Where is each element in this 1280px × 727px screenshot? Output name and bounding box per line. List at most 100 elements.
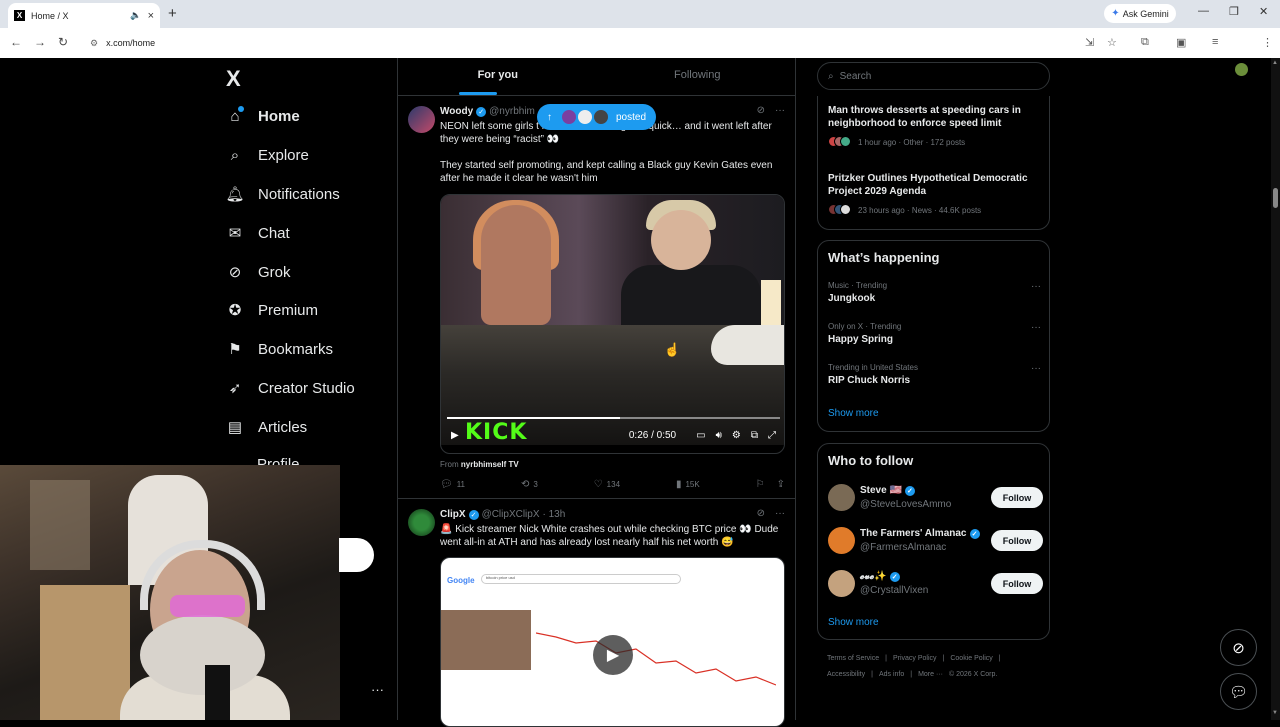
video-player[interactable]: KICK ▶ 0:26 / 0:50 ▭ 🔊︎ ⚙ ⧉ ⤢ [440, 194, 785, 454]
avatar[interactable] [828, 527, 855, 554]
follow-suggestion[interactable]: The Farmers' Almanac ✓ @FarmersAlmanac Fo… [828, 527, 1043, 557]
settings-icon[interactable]: ⚙ [732, 430, 741, 441]
nav-home[interactable]: ⌂ Home [226, 104, 299, 128]
nav-articles-label: Articles [258, 418, 308, 436]
follow-suggestion[interactable]: Steve 🇺🇸 ✓ @SteveLovesAmmo Follow [828, 484, 1043, 514]
video-thumbnail-2[interactable]: Google bitcoin price usd ▶ [440, 557, 785, 727]
play-icon[interactable]: ▶ [451, 430, 459, 441]
follow-suggestion[interactable]: 𝓮𝓿𝓮✨ ✓ @CrystallVixen Follow [828, 570, 1043, 600]
close-tab-icon[interactable]: × [148, 10, 154, 22]
new-posts-pill[interactable]: ↑ posted [537, 104, 657, 130]
play-button-icon[interactable]: ▶ [593, 635, 633, 675]
ads-info-link[interactable]: Ads info [879, 671, 904, 678]
mouse-cursor-icon: ☝ [664, 342, 681, 357]
reply-button[interactable]: 💬︎ 11 [440, 479, 465, 490]
repost-button[interactable]: ⟲ 3 [521, 479, 538, 490]
nav-creator-studio[interactable]: ➶ Creator Studio [226, 376, 355, 400]
url-field[interactable]: ⚙ x.com/home [84, 33, 1084, 53]
maximize-icon[interactable]: ❐ [1229, 5, 1239, 18]
nav-bookmarks[interactable]: ⚑ Bookmarks [226, 337, 333, 361]
back-arrow-icon[interactable]: ← [10, 35, 22, 49]
nav-grok[interactable]: ⊘ Grok [226, 260, 291, 284]
grok-fab-icon[interactable]: ⊘ [1220, 629, 1257, 666]
site-info-icon[interactable]: ⚙ [90, 38, 98, 49]
author-handle[interactable]: @nyrbhim [489, 106, 535, 117]
like-button[interactable]: ♡ 134 [594, 479, 620, 490]
tab-following[interactable]: Following [598, 58, 796, 95]
video-progress-bar[interactable] [447, 417, 780, 419]
messages-fab-icon[interactable]: 💬︎ [1220, 673, 1257, 710]
terms-link[interactable]: Terms of Service [827, 655, 879, 662]
page-scrollbar[interactable]: ▲ ▼ [1271, 58, 1280, 720]
sidepanel-icon[interactable]: ▣ [1176, 36, 1186, 49]
ask-gemini-button[interactable]: ✦ Ask Gemini [1104, 4, 1176, 23]
avatar[interactable] [408, 106, 435, 133]
privacy-link[interactable]: Privacy Policy [893, 655, 937, 662]
more-icon[interactable]: ··· [775, 105, 785, 116]
grok-icon[interactable]: ⊘ [757, 508, 765, 519]
cookie-link[interactable]: Cookie Policy [950, 655, 992, 662]
follow-button[interactable]: Follow [991, 487, 1043, 508]
scroll-down-icon[interactable]: ▼ [1272, 710, 1278, 716]
scroll-up-icon[interactable]: ▲ [1272, 60, 1278, 66]
captions-icon[interactable]: ▭ [696, 430, 705, 441]
star-bookmark-icon[interactable]: ☆ [1107, 36, 1117, 49]
trend-more-icon[interactable]: ··· [1031, 363, 1041, 374]
show-more-link[interactable]: Show more [828, 617, 879, 628]
avatar[interactable] [828, 570, 855, 597]
trend-item[interactable]: Only on X · Trending Happy Spring ··· [828, 322, 1043, 345]
trend-item[interactable]: Music · Trending Jungkook ··· [828, 281, 1043, 304]
share-icon[interactable]: ⇪ [777, 479, 785, 490]
grok-icon[interactable]: ⊘ [757, 105, 765, 116]
menu-kebab-icon[interactable]: ⋮ [1262, 36, 1273, 49]
trend-more-icon[interactable]: ··· [1031, 281, 1041, 292]
nav-notifications[interactable]: 🔔︎ Notifications [225, 182, 339, 206]
video-source[interactable]: From nyrbhimself TV [440, 460, 519, 469]
more-link[interactable]: More ··· [918, 671, 943, 678]
bookmark-icon[interactable]: ⚐ [756, 479, 765, 490]
more-icon[interactable]: ··· [775, 508, 785, 519]
tab-for-you[interactable]: For you [398, 58, 598, 95]
account-more-icon[interactable]: ··· [371, 682, 384, 697]
author-name[interactable]: ClipX [440, 509, 466, 520]
avatar[interactable] [828, 484, 855, 511]
show-more-link[interactable]: Show more [828, 408, 879, 419]
extensions-icon[interactable]: ⧉ [1141, 36, 1149, 49]
follow-button[interactable]: Follow [991, 573, 1043, 594]
search-input[interactable]: ⌕ Search [817, 62, 1050, 90]
forward-arrow-icon[interactable]: → [34, 35, 46, 49]
rocket-icon: ➶ [228, 380, 242, 397]
trend-more-icon[interactable]: ··· [1031, 322, 1041, 333]
profile-avatar[interactable] [1235, 63, 1248, 76]
scroll-thumb[interactable] [1273, 188, 1278, 208]
nav-premium[interactable]: ✪ Premium [226, 298, 318, 322]
close-window-icon[interactable]: ✕ [1259, 5, 1268, 18]
new-tab-button[interactable]: + [168, 5, 177, 22]
follow-button[interactable]: Follow [991, 530, 1043, 551]
nav-explore[interactable]: ⌕ Explore [226, 143, 309, 167]
reload-icon[interactable]: ↻ [58, 35, 68, 49]
pip-icon[interactable]: ⧉ [751, 430, 758, 441]
news-item[interactable]: Man throws desserts at speeding cars in … [828, 104, 1043, 149]
speaker-icon[interactable]: 🔈 [130, 10, 141, 21]
post-time[interactable]: · 13h [543, 509, 566, 520]
x-logo[interactable]: X [226, 66, 241, 92]
minimize-icon[interactable]: — [1198, 5, 1209, 17]
fullscreen-icon[interactable]: ⤢ [768, 430, 776, 441]
from-source[interactable]: nyrbhimself TV [461, 460, 519, 469]
author-name[interactable]: Woody [440, 106, 473, 117]
views-button[interactable]: ▮ 15K [676, 479, 700, 490]
accessibility-link[interactable]: Accessibility [827, 671, 865, 678]
news-item[interactable]: Pritzker Outlines Hypothetical Democrati… [828, 172, 1043, 217]
install-app-icon[interactable]: ⇲ [1085, 36, 1094, 49]
nav-chat[interactable]: ✉ Chat [226, 221, 290, 245]
author-handle[interactable]: @ClipXClipX [482, 509, 540, 520]
post-button-partial[interactable] [339, 538, 374, 572]
trend-item[interactable]: Trending in United States RIP Chuck Norr… [828, 363, 1043, 386]
nav-articles[interactable]: ▤ Articles [226, 415, 307, 439]
avatar[interactable] [408, 509, 435, 536]
browser-tab[interactable]: X Home / X 🔈 × [8, 3, 160, 28]
post-woody[interactable]: Woody ✓ @nyrbhim ⊘ ··· NEON left some gi… [398, 96, 795, 499]
media-control-icon[interactable]: ≡ [1212, 36, 1218, 48]
volume-icon[interactable]: 🔊︎ [716, 430, 722, 441]
